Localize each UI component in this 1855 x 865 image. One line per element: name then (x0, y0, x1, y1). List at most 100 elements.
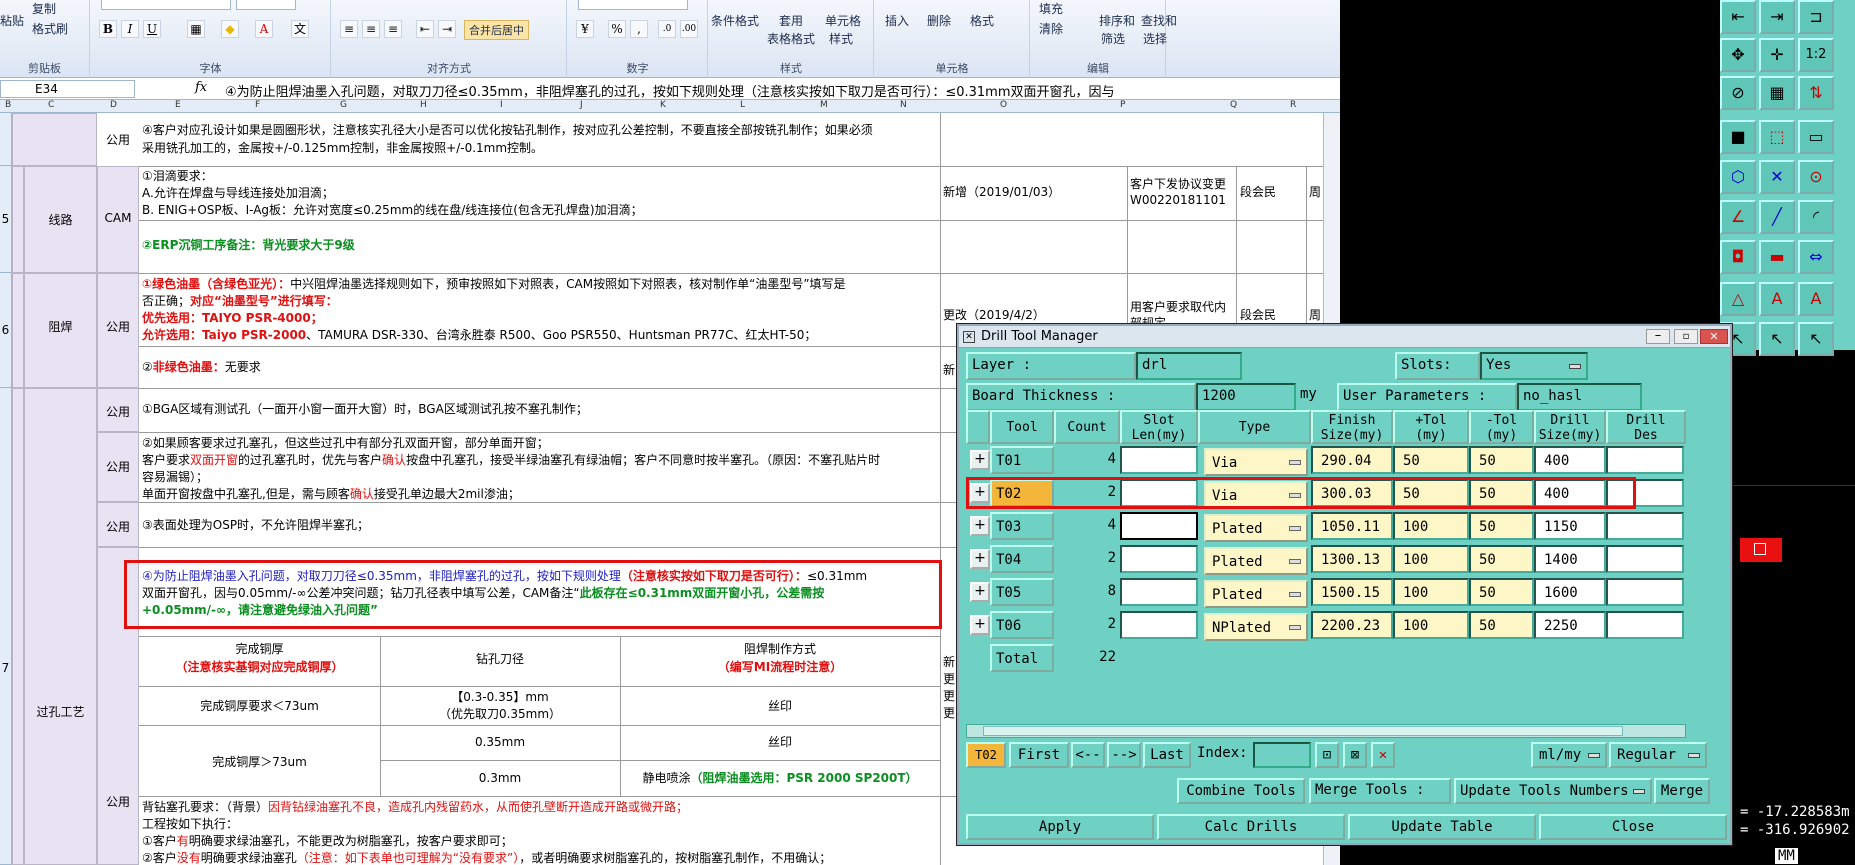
r5-text-1[interactable]: ①泪滴要求： (142, 167, 213, 185)
minus-tol-input[interactable]: 50 (1469, 611, 1534, 639)
align-left-icon[interactable]: ≡ (340, 20, 358, 38)
prev-button[interactable]: <-- (1071, 742, 1105, 768)
paste-button[interactable]: 粘贴 (0, 12, 24, 29)
col-header[interactable]: G (340, 100, 347, 110)
comma-button[interactable]: , (630, 20, 648, 38)
align-center-icon[interactable]: ≡ (362, 20, 380, 38)
underline-button[interactable]: U (143, 20, 161, 38)
font-color-icon[interactable]: A (255, 20, 273, 38)
tool-cell[interactable]: T05 (990, 578, 1054, 606)
wen-icon[interactable]: 文 (291, 20, 309, 38)
plus-tol-input[interactable]: 100 (1393, 545, 1469, 573)
row-header-7[interactable]: 7 (0, 388, 12, 865)
col-header[interactable]: L (740, 100, 745, 110)
toolbox-icon[interactable]: ⊙ (1798, 160, 1834, 194)
col-header[interactable]: C (48, 100, 54, 110)
r7b-text-1[interactable]: ②如果顾客要求过孔塞孔，但这些过孔中有部分孔双面开窗，部分单面开窗； (142, 434, 549, 452)
r7c-text[interactable]: ③表面处理为OSP时，不允许阻焊半塞孔； (142, 516, 369, 534)
finish-size-input[interactable]: 1050.11 (1311, 512, 1393, 540)
category-cell[interactable] (24, 388, 97, 865)
drill-des-input[interactable] (1606, 446, 1684, 474)
r5-erp-note[interactable]: ②ERP沉铜工序备注：背光要求大于9级 (142, 236, 355, 254)
toolbox-icon[interactable]: ⇔ (1798, 240, 1834, 274)
outdent-icon[interactable]: ⇥ (438, 20, 456, 38)
col-count[interactable]: Count (1054, 410, 1120, 444)
toolbox-icon[interactable]: A (1798, 282, 1834, 316)
expand-row-icon[interactable]: + (970, 450, 990, 470)
r6-change-note[interactable]: 更改（2019/4/2） (943, 306, 1045, 324)
scrollbar-thumb[interactable] (983, 726, 1623, 736)
layer-field[interactable]: drl (1136, 352, 1242, 380)
r6-person[interactable]: 段会民 (1240, 306, 1276, 324)
drill-des-input[interactable] (1606, 578, 1684, 606)
col-header[interactable]: B (5, 100, 11, 110)
slot-len-input[interactable] (1120, 611, 1198, 639)
finish-size-input[interactable]: 290.04 (1311, 446, 1393, 474)
table-format-button-1[interactable]: 套用 (779, 12, 803, 29)
col-header[interactable]: M (820, 100, 828, 110)
increase-decimal-icon[interactable]: .0 (658, 20, 676, 38)
expand-row-icon[interactable]: + (970, 516, 990, 536)
toolbox-icon[interactable]: ⇤ (1720, 0, 1756, 34)
next-button[interactable]: --> (1107, 742, 1141, 768)
formula-input[interactable]: ④为防止阻焊油墨入孔问题，对取刀刀径≤0.35mm，非阻焊塞孔的过孔，按如下规则… (225, 81, 1305, 100)
col-finish[interactable]: Finish Size(my) (1311, 410, 1393, 444)
finish-size-input[interactable]: 1500.15 (1311, 578, 1393, 606)
toolbox-icon[interactable]: ⬡ (1720, 160, 1756, 194)
find-select-button-2[interactable]: 选择 (1143, 30, 1167, 47)
user-parameters-field[interactable]: no_hasl (1517, 383, 1642, 411)
toolbox-icon[interactable]: ⇥ (1759, 0, 1795, 34)
drill-des-input[interactable] (1606, 611, 1684, 639)
update-tools-numbers-select[interactable]: Update Tools Numbers (1454, 778, 1652, 804)
fx-button[interactable]: fx (195, 80, 207, 95)
col-header[interactable]: O (1000, 100, 1007, 110)
plus-tol-input[interactable]: 50 (1393, 446, 1469, 474)
col-drill-size[interactable]: Drill Size(my) (1534, 410, 1606, 444)
slot-len-input[interactable] (1120, 545, 1198, 573)
toolbox-icon[interactable]: ◘ (1720, 240, 1756, 274)
finish-size-input[interactable]: 2200.23 (1311, 611, 1393, 639)
slot-len-input[interactable] (1120, 578, 1198, 606)
type-select[interactable]: NPlated (1204, 613, 1308, 641)
r5-extra[interactable]: 周 (1309, 183, 1321, 201)
col-header[interactable]: H (420, 100, 427, 110)
units-select[interactable]: ml/my (1531, 742, 1607, 768)
horizontal-scrollbar[interactable] (966, 724, 1686, 738)
r6-extra[interactable]: 周 (1309, 306, 1321, 324)
type-select[interactable]: Plated (1204, 514, 1308, 542)
expand-row-icon[interactable]: + (970, 549, 990, 569)
minus-tol-input[interactable]: 50 (1469, 545, 1534, 573)
toolbox-icon[interactable]: ✕ (1759, 160, 1795, 194)
clear-button[interactable]: 清除 (1039, 20, 1063, 37)
font-name-select[interactable] (101, 0, 231, 10)
minus-tol-input[interactable]: 50 (1469, 512, 1534, 540)
conditional-format-button[interactable]: 条件格式 (711, 12, 759, 29)
toolbox-icon[interactable]: ◜ (1798, 200, 1834, 234)
table-format-button-2[interactable]: 表格格式 (767, 30, 815, 47)
update-table-button[interactable]: Update Table (1348, 814, 1536, 840)
format-painter-button[interactable]: 格式刷 (32, 20, 68, 37)
slot-len-input[interactable] (1120, 512, 1198, 540)
r5-person[interactable]: 段会民 (1240, 183, 1276, 201)
italic-button[interactable]: I (121, 20, 139, 38)
toolbox-icon[interactable]: ▭ (1798, 120, 1834, 154)
delete-button[interactable]: 删除 (927, 12, 951, 29)
apply-button[interactable]: Apply (966, 814, 1154, 840)
toolbox-icon[interactable]: A (1759, 282, 1795, 316)
mode-select[interactable]: Regular (1609, 742, 1707, 768)
slot-len-input[interactable] (1120, 446, 1198, 474)
dialog-titlebar[interactable]: ✕ Drill Tool Manager – ▫ ✕ (959, 326, 1730, 348)
col-slot[interactable]: Slot Len(my) (1120, 410, 1198, 444)
col-header[interactable]: R (1290, 100, 1296, 110)
minus-tol-input[interactable]: 50 (1469, 446, 1534, 474)
r5-change-note[interactable]: 新增（2019/01/03） (943, 183, 1060, 201)
tool-cell[interactable]: T01 (990, 446, 1054, 474)
cursor-icon[interactable]: ↖ (1798, 322, 1834, 356)
minus-tol-input[interactable]: 50 (1469, 578, 1534, 606)
merge-center-button[interactable]: 合并后居中 (464, 20, 529, 40)
expand-row-icon[interactable]: + (970, 615, 990, 635)
percent-button[interactable]: % (608, 20, 626, 38)
toolbox-icon[interactable]: ╱ (1759, 200, 1795, 234)
plus-tol-input[interactable]: 100 (1393, 611, 1469, 639)
tool-cell[interactable]: T06 (990, 611, 1054, 639)
